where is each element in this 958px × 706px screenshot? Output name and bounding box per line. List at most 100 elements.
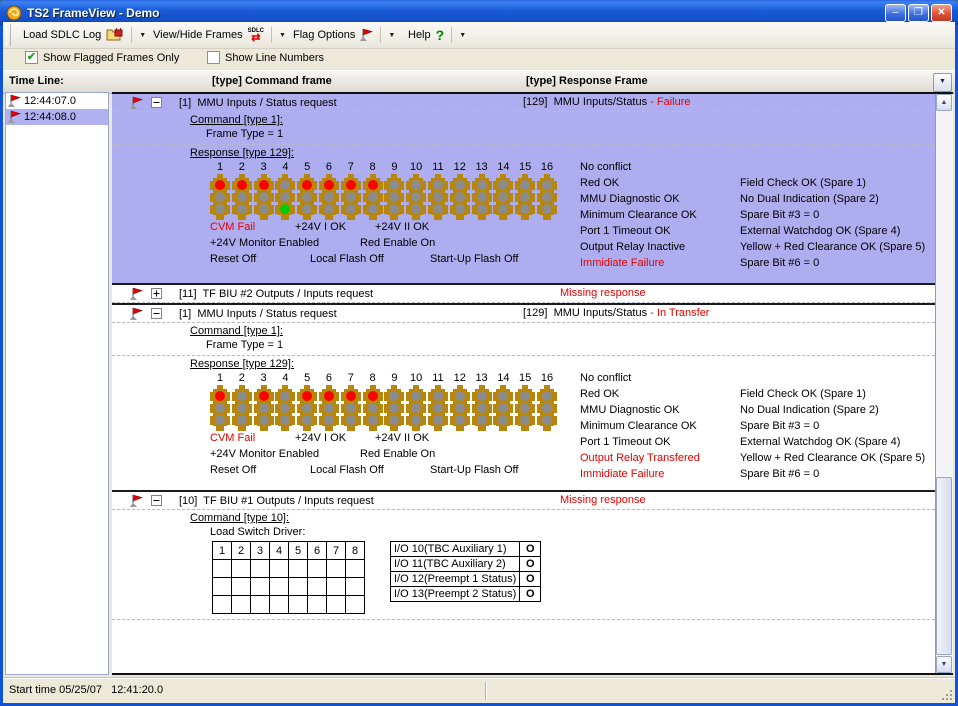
io-state-indicator: O xyxy=(520,557,541,572)
channel-number: 3 xyxy=(254,161,274,174)
show-line-numbers-label: Show Line Numbers xyxy=(225,52,324,64)
frame-block: [1] MMU Inputs / Status request[129] MMU… xyxy=(112,305,935,490)
frame-header-row[interactable]: [11] TF BIU #2 Outputs / Inputs requestM… xyxy=(112,285,935,302)
scroll-down-button[interactable]: ▼ xyxy=(936,656,952,673)
signal-status-item: Reset Off xyxy=(210,464,256,476)
vertical-scrollbar[interactable]: ▲ ▼ xyxy=(935,94,953,673)
channel-number: 11 xyxy=(428,372,448,385)
signal-head-off xyxy=(384,174,404,220)
scroll-up-button[interactable]: ▲ xyxy=(936,94,952,111)
timeline-item[interactable]: 12:44:08.0 xyxy=(6,109,108,125)
frame-command-title: [1] MMU Inputs / Status request xyxy=(179,97,337,109)
frame-header-row[interactable]: [1] MMU Inputs / Status request[129] MMU… xyxy=(112,94,935,111)
load-switch-cell xyxy=(213,578,232,596)
io-label: I/O 13(Preempt 2 Status) xyxy=(391,587,520,602)
channel-number: 11 xyxy=(428,161,448,174)
table-row xyxy=(213,596,365,614)
io-state-indicator: O xyxy=(520,587,541,602)
mmu-status-item: Minimum Clearance OK xyxy=(580,420,740,432)
mmu-status-item: Immidiate Failure xyxy=(580,468,740,480)
signal-head-red xyxy=(297,174,317,220)
signal-head-red xyxy=(297,385,317,431)
flag-options-dropdown[interactable]: ▼ xyxy=(388,32,395,39)
help-label: Help xyxy=(408,29,431,41)
io-label: I/O 12(Preempt 1 Status) xyxy=(391,572,520,587)
mmu-status-list: No conflictRed OKField Check OK (Spare 1… xyxy=(580,161,925,273)
separator xyxy=(271,27,272,43)
load-sdlc-log-dropdown[interactable]: ▼ xyxy=(139,32,146,39)
frame-header-row[interactable]: [10] TF BIU #1 Outputs / Inputs requestM… xyxy=(112,492,935,509)
command-detail: Frame Type = 1 xyxy=(206,128,935,144)
minimize-button[interactable]: – xyxy=(885,4,906,22)
mmu-status-item: Immidiate Failure xyxy=(580,257,740,269)
frame-response-title: [129] MMU Inputs/Status - In Transfer xyxy=(523,307,709,319)
mmu-status-spare-item: Spare Bit #6 = 0 xyxy=(740,468,819,480)
command-detail: Frame Type = 1 xyxy=(206,339,935,355)
load-switch-cell xyxy=(308,578,327,596)
mmu-status-spare-item: Field Check OK (Spare 1) xyxy=(740,388,866,400)
signal-head-off xyxy=(232,385,252,431)
signal-status-item: +24V Monitor Enabled xyxy=(210,237,319,249)
mmu-status-row: No conflict xyxy=(580,161,925,177)
mmu-status-row: Output Relay InactiveYellow + Red Cleara… xyxy=(580,241,925,257)
checkbox-unchecked-icon[interactable] xyxy=(207,51,220,64)
help-dropdown[interactable]: ▼ xyxy=(459,32,466,39)
collapse-toggle-icon[interactable] xyxy=(151,97,162,108)
help-button[interactable]: Help ? ▼ xyxy=(408,22,466,48)
scrollbar-thumb[interactable] xyxy=(936,477,952,655)
frame-header-row[interactable]: [1] MMU Inputs / Status request[129] MMU… xyxy=(112,305,935,322)
toolbar-grip[interactable] xyxy=(6,24,11,46)
load-switch-column-header: 5 xyxy=(289,542,308,560)
view-hide-frames-button[interactable]: View/Hide Frames SDLC ⇄ ▼ xyxy=(153,22,286,48)
load-sdlc-log-button[interactable]: Load SDLC Log ▼ xyxy=(23,22,146,48)
checkbox-checked-icon[interactable]: ✔ xyxy=(25,51,38,64)
expand-toggle-icon[interactable] xyxy=(151,288,162,299)
table-row: 12345678 xyxy=(213,542,365,560)
close-button[interactable]: ✕ xyxy=(931,4,952,22)
mmu-status-spare-item: Yellow + Red Clearance OK (Spare 5) xyxy=(740,452,925,464)
signal-head-red xyxy=(363,174,383,220)
load-switch-cell xyxy=(213,596,232,614)
timeline-item[interactable]: 12:44:07.0 xyxy=(6,93,108,109)
channel-number: 16 xyxy=(537,161,557,174)
signal-status-item: +24V I OK xyxy=(295,432,346,444)
channel-number: 13 xyxy=(472,161,492,174)
mmu-status-item: No conflict xyxy=(580,161,740,173)
flag-options-button[interactable]: Flag Options ▼ xyxy=(293,22,395,48)
help-question-icon: ? xyxy=(436,27,445,43)
load-switch-cell xyxy=(346,596,365,614)
load-switch-cell xyxy=(232,578,251,596)
channel-number: 14 xyxy=(493,372,513,385)
signal-head-red xyxy=(319,174,339,220)
header-dropdown-button[interactable]: ▼ xyxy=(933,73,952,92)
mmu-status-item: Red OK xyxy=(580,177,740,189)
load-switch-cell xyxy=(346,560,365,578)
load-switch-cell xyxy=(346,578,365,596)
collapse-toggle-icon[interactable] xyxy=(151,495,162,506)
channel-number: 6 xyxy=(319,372,339,385)
signal-head-off xyxy=(450,385,470,431)
mmu-status-item: Port 1 Timeout OK xyxy=(580,225,740,237)
collapse-toggle-icon[interactable] xyxy=(151,308,162,319)
mmu-status-item: No conflict xyxy=(580,372,740,384)
view-hide-frames-dropdown[interactable]: ▼ xyxy=(279,32,286,39)
signal-head-off xyxy=(406,385,426,431)
signal-status-item: Start-Up Flash Off xyxy=(430,253,518,265)
channel-number: 1 xyxy=(210,372,230,385)
mmu-status-spare-item: No Dual Indication (Spare 2) xyxy=(740,193,879,205)
mmu-status-item: Port 1 Timeout OK xyxy=(580,436,740,448)
signal-head-red xyxy=(341,174,361,220)
timeline-item-time: 12:44:08.0 xyxy=(24,111,76,123)
resize-grip[interactable] xyxy=(941,689,954,702)
show-line-numbers-checkbox[interactable]: Show Line Numbers xyxy=(207,51,324,64)
signal-head-red xyxy=(254,174,274,220)
maximize-button[interactable]: ❐ xyxy=(908,4,929,22)
command-type-label: Command [type 10]: xyxy=(190,510,935,526)
show-flagged-frames-checkbox[interactable]: ✔ Show Flagged Frames Only xyxy=(25,51,179,64)
frame-response-status: Missing response xyxy=(560,287,646,299)
load-switch-column-header: 7 xyxy=(327,542,346,560)
response-type-label: Response [type 129]: xyxy=(190,356,935,372)
timeline-panel[interactable]: 12:44:07.0 12:44:08.0 xyxy=(5,92,109,675)
frame-response-status: Missing response xyxy=(560,494,646,506)
mmu-status-spare-item: Spare Bit #3 = 0 xyxy=(740,209,819,221)
